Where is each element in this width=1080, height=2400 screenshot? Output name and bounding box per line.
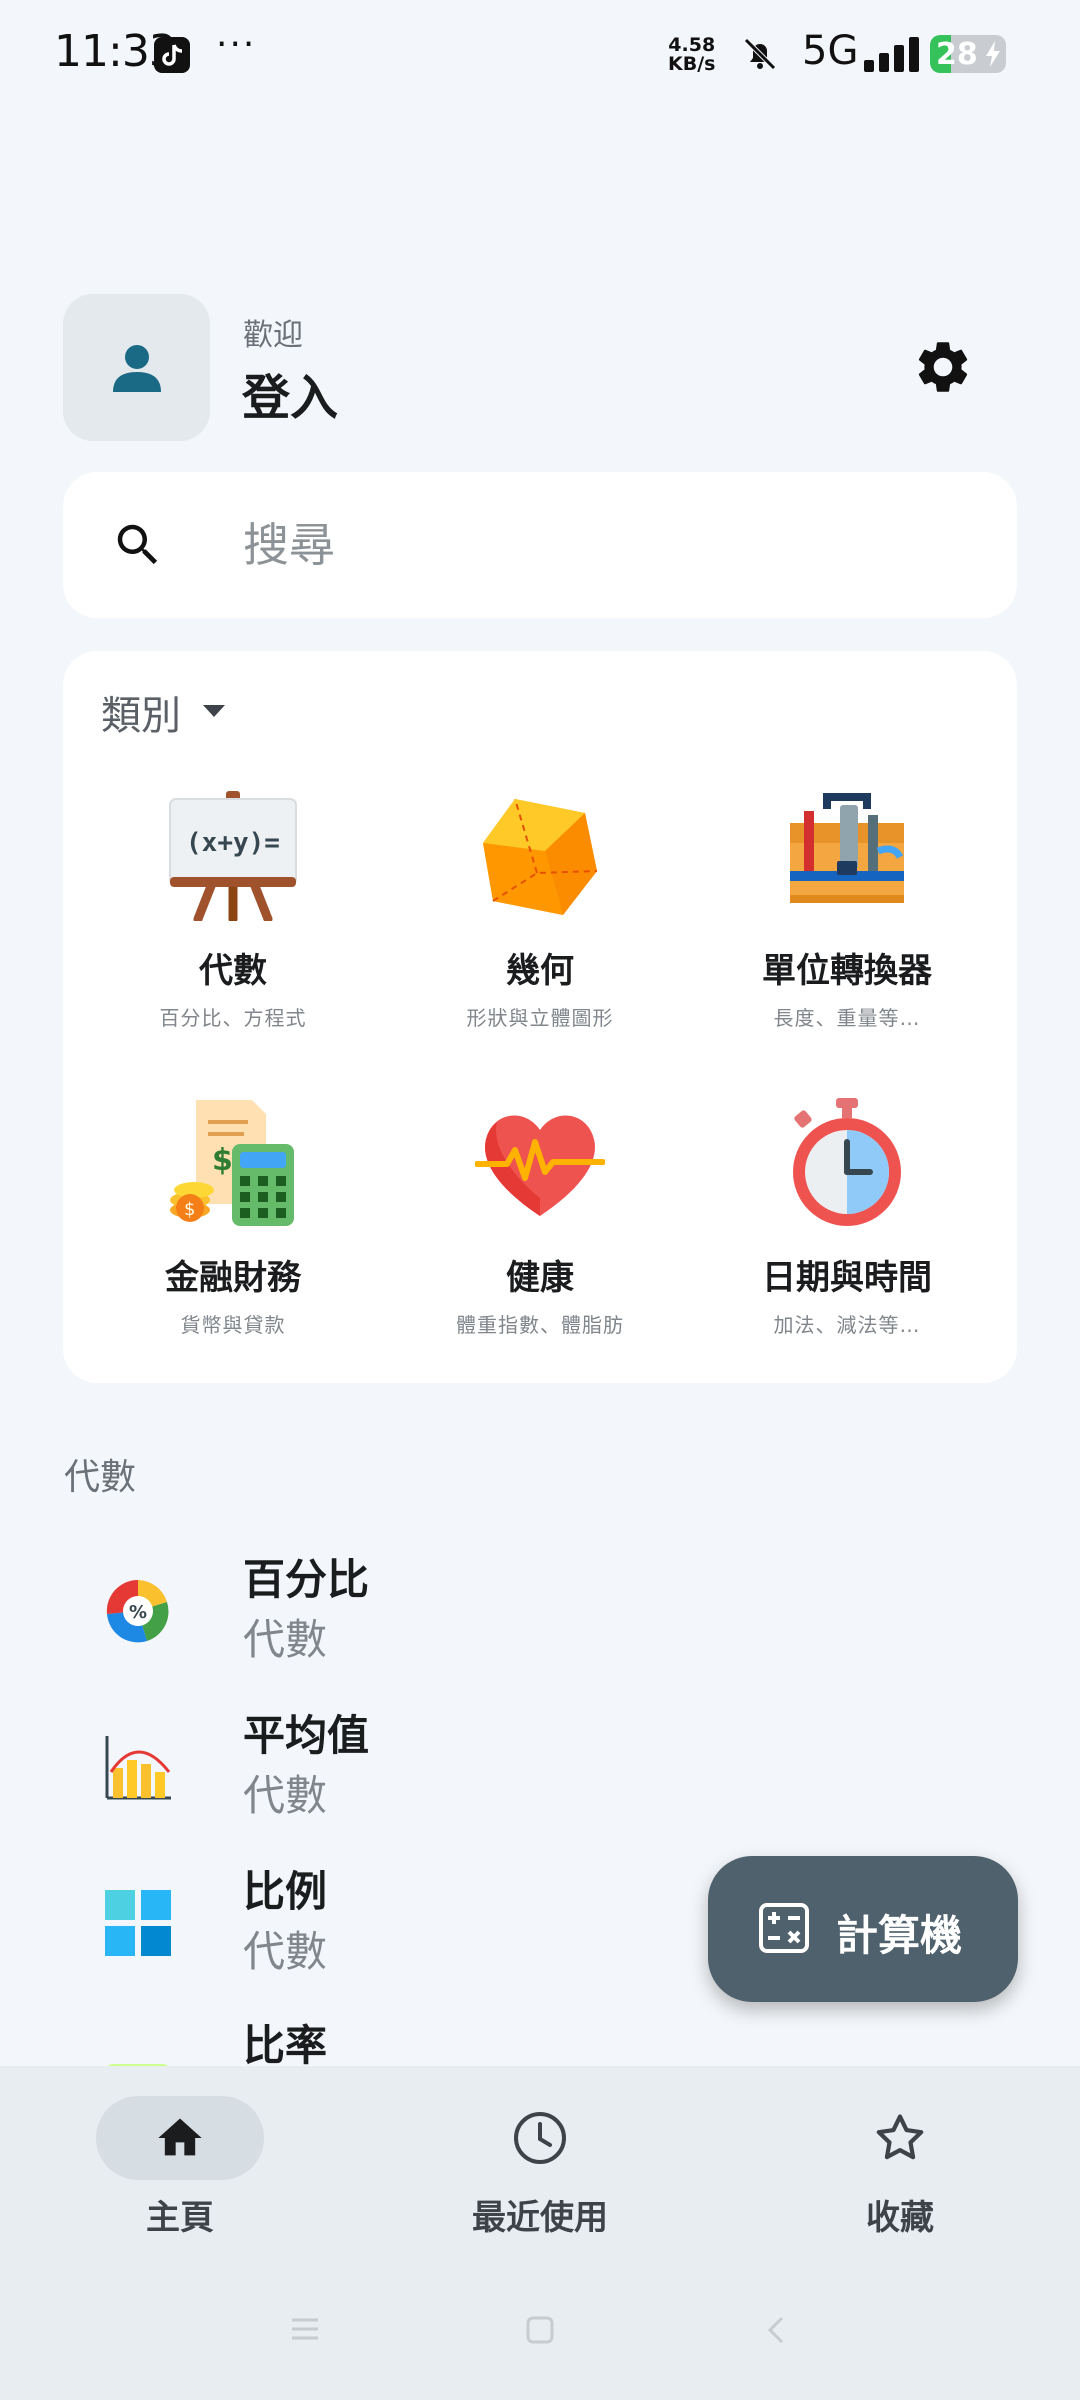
nav-recent[interactable]: 最近使用 — [420, 2096, 660, 2256]
category-desc: 百分比、方程式 — [159, 1006, 307, 1030]
network-type: 5G — [802, 28, 859, 74]
category-desc: 體重指數、體脂肪 — [456, 1313, 624, 1337]
caret-down-icon — [203, 705, 225, 717]
nav-favorites-indicator — [816, 2096, 984, 2180]
network-speed: 4.58 KB/s — [668, 36, 715, 74]
list-item-title: 比例 — [243, 1867, 328, 1916]
average-chart-icon — [103, 1732, 173, 1802]
section-title: 代數 — [64, 1457, 137, 1498]
welcome-label: 歡迎 — [243, 318, 303, 353]
categories-title: 類別 — [101, 693, 181, 739]
stopwatch-icon — [782, 1098, 912, 1228]
category-desc: 長度、重量等… — [773, 1006, 921, 1030]
list-item-title: 平均值 — [243, 1711, 370, 1760]
finance-calculator-icon: $ $ — [168, 1098, 298, 1228]
svg-text:(x+y)=: (x+y)= — [186, 828, 280, 858]
category-finance[interactable]: $ $ 金融財務 貨幣與貸款 — [83, 1098, 383, 1378]
more-notifications-icon: ··· — [216, 24, 257, 65]
search-bar[interactable] — [63, 472, 1017, 618]
categories-dropdown[interactable]: 類別 — [101, 683, 225, 741]
list-item-average[interactable]: 平均值 代數 — [63, 1702, 943, 1852]
search-input[interactable] — [243, 508, 943, 582]
gear-icon — [918, 342, 968, 392]
tiktok-notification-icon — [154, 37, 190, 73]
category-health[interactable]: 健康 體重指數、體脂肪 — [390, 1098, 690, 1378]
nav-home-indicator — [96, 2096, 264, 2180]
recent-apps-gesture-icon[interactable] — [290, 2316, 320, 2346]
calculator-button[interactable]: 計算機 — [708, 1856, 1018, 2002]
nav-label: 收藏 — [866, 2198, 934, 2238]
svg-text:%: % — [129, 1602, 147, 1623]
settings-button[interactable] — [912, 336, 974, 398]
list-item-subtitle: 代數 — [243, 1771, 328, 1820]
clock-icon — [514, 2112, 566, 2164]
list-item-title: 百分比 — [243, 1555, 370, 1604]
category-algebra[interactable]: (x+y)= 代數 百分比、方程式 — [83, 791, 383, 1071]
algebra-board-icon: (x+y)= — [168, 791, 298, 924]
svg-text:$: $ — [184, 1199, 195, 1220]
category-geometry[interactable]: 幾何 形狀與立體圖形 — [390, 791, 690, 1071]
category-name: 單位轉換器 — [762, 951, 932, 991]
category-date-time[interactable]: 日期與時間 加法、減法等… — [697, 1098, 997, 1378]
list-item-percentage[interactable]: % 百分比 代數 — [63, 1546, 943, 1696]
nav-recent-indicator — [456, 2096, 624, 2180]
nav-label: 主頁 — [146, 2198, 214, 2238]
back-gesture-icon[interactable] — [766, 2316, 786, 2348]
user-icon — [112, 344, 161, 392]
calculator-label: 計算機 — [836, 1911, 963, 1960]
battery-icon: 28 — [930, 35, 1006, 73]
login-link[interactable]: 登入 — [242, 358, 338, 428]
list-item-title: 比率 — [243, 2021, 328, 2070]
search-icon — [111, 518, 165, 576]
nav-favorites[interactable]: 收藏 — [780, 2096, 1020, 2256]
list-item-subtitle: 代數 — [243, 1927, 328, 1976]
calculator-icon — [758, 1902, 810, 1958]
battery-level: 28 — [936, 37, 978, 72]
bottom-navigation: 主頁 最近使用 收藏 — [0, 2066, 1080, 2400]
category-desc: 貨幣與貸款 — [180, 1313, 286, 1337]
category-name: 幾何 — [506, 951, 574, 991]
home-icon — [158, 2118, 202, 2156]
category-desc: 加法、減法等… — [773, 1313, 921, 1337]
nav-label: 最近使用 — [472, 2198, 608, 2238]
category-name: 日期與時間 — [762, 1258, 932, 1298]
toolbox-icon — [782, 791, 912, 921]
category-name: 代數 — [199, 951, 267, 991]
heart-pulse-icon — [474, 1098, 606, 1228]
geometry-cube-icon — [475, 791, 605, 921]
network-speed-unit: KB/s — [668, 53, 716, 75]
status-bar: 11:33 ··· 4.58 KB/s 5G 28 — [0, 0, 1080, 110]
proportion-grid-icon — [103, 1888, 173, 1958]
category-name: 金融財務 — [165, 1258, 301, 1298]
signal-icon — [864, 36, 922, 78]
percentage-icon: % — [103, 1576, 173, 1646]
home-gesture-icon[interactable] — [526, 2316, 554, 2348]
avatar[interactable] — [63, 294, 210, 441]
category-unit-converter[interactable]: 單位轉換器 長度、重量等… — [697, 791, 997, 1071]
svg-text:$: $ — [212, 1143, 233, 1178]
categories-card: 類別 (x+y)= 代數 百分比、方程式 幾何 形狀與立體圖形 單位轉換器 長度… — [63, 651, 1017, 1383]
list-item-subtitle: 代數 — [243, 1615, 328, 1664]
category-name: 健康 — [506, 1258, 574, 1298]
star-icon — [876, 2114, 924, 2160]
category-desc: 形狀與立體圖形 — [466, 1006, 614, 1030]
nav-home[interactable]: 主頁 — [60, 2096, 300, 2256]
charging-bolt-icon — [984, 41, 1002, 71]
muted-bell-icon — [740, 34, 780, 78]
